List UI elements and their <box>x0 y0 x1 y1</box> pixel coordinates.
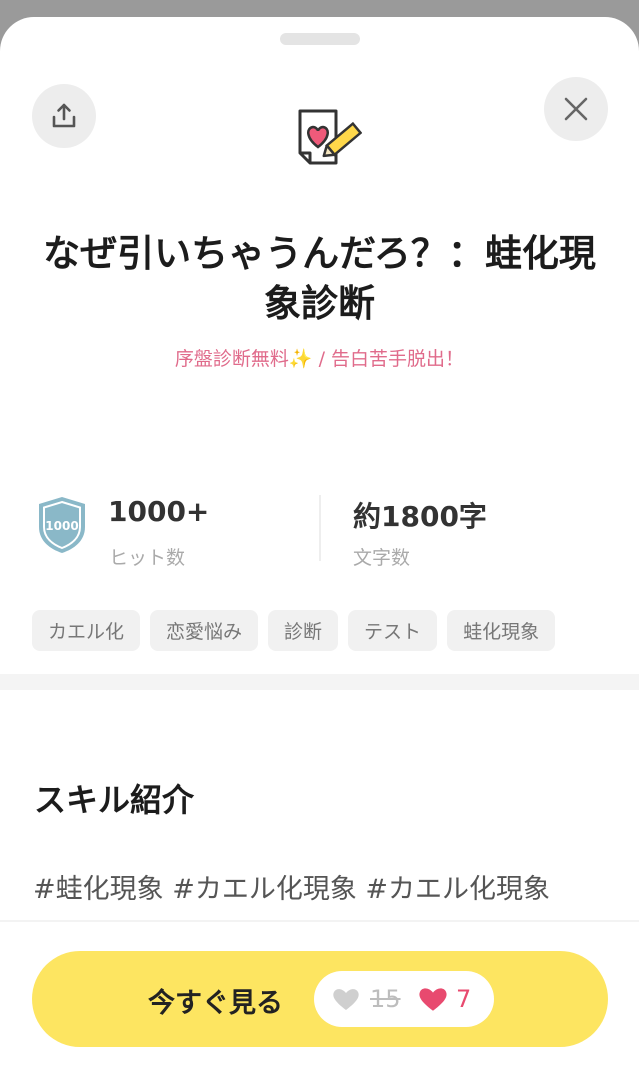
letter-heart-pencil-icon <box>298 109 362 165</box>
stats-divider <box>319 495 321 561</box>
badge-count: 1000 <box>45 519 78 533</box>
divider <box>0 920 639 922</box>
chars-label: 文字数 <box>353 547 411 569</box>
tag-list: カエル化 恋愛悩み 診断 テスト 蛙化現象 <box>32 610 556 651</box>
shield-badge-icon: 1000 <box>39 497 85 553</box>
close-button[interactable] <box>544 77 608 141</box>
section-separator <box>0 674 639 690</box>
subtitle: 序盤診断無料✨ / 告白苦手脱出！ <box>174 348 465 370</box>
sheet-grabber[interactable] <box>280 33 360 45</box>
share-upload-icon <box>52 103 76 128</box>
heart-pink-icon <box>419 988 447 1011</box>
watch-now-button[interactable]: 今すぐ見る 15 7 <box>32 951 608 1047</box>
page-title: なぜ引いちゃうんだろ？：蛙化現象診断 <box>43 232 596 325</box>
hits-label: ヒット数 <box>109 547 186 569</box>
tag-chip[interactable]: 恋愛悩み <box>150 610 259 651</box>
tag-chip[interactable]: テスト <box>348 610 438 651</box>
price-pill: 15 7 <box>314 971 494 1027</box>
bottom-sheet: なぜ引いちゃうんだろ？：蛙化現象診断 序盤診断無料✨ / 告白苦手脱出！ 100… <box>0 17 639 1079</box>
old-price: 15 <box>370 985 401 1013</box>
chars-value: 約1800字 <box>353 500 487 533</box>
cta-label: 今すぐ見る <box>148 988 283 1019</box>
skill-section-title: スキル紹介 <box>34 781 195 819</box>
stats-row: 1000 1000+ ヒット数 約1800字 文字数 <box>0 495 639 575</box>
skill-hashtags: #蛙化現象 #カエル化現象 #カエル化現象 <box>33 874 551 905</box>
tag-chip[interactable]: カエル化 <box>32 610 141 651</box>
heart-grey-icon <box>333 989 359 1010</box>
hits-value: 1000+ <box>108 495 210 528</box>
new-price: 7 <box>456 985 472 1013</box>
tag-chip[interactable]: 診断 <box>268 610 339 651</box>
close-icon <box>564 97 588 121</box>
share-button[interactable] <box>32 84 96 148</box>
tag-chip[interactable]: 蛙化現象 <box>447 610 556 651</box>
